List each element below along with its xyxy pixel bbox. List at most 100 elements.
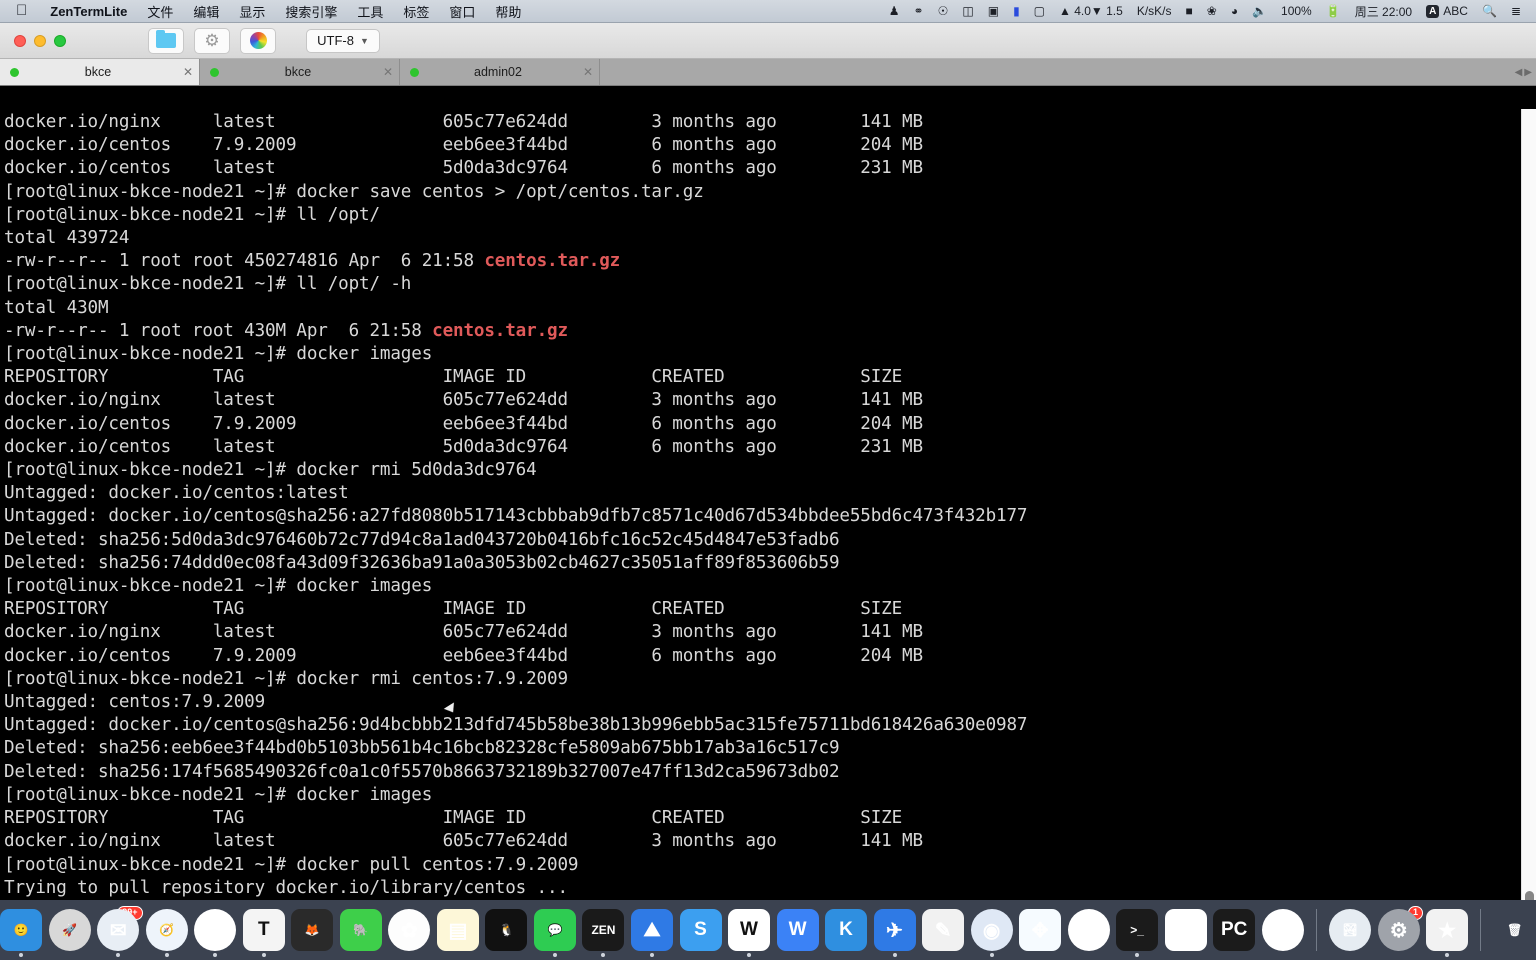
xmind-dock-item[interactable]: ✥ <box>1019 907 1062 957</box>
open-folder-button[interactable] <box>148 27 184 54</box>
menu-app-name[interactable]: ZenTermLite <box>40 4 137 19</box>
terminal-line: docker.io/nginx latest 605c77e624dd 3 mo… <box>4 390 923 411</box>
calendar-note-dock-item[interactable]: ✎ <box>922 907 965 957</box>
keka-dock-item[interactable]: K <box>825 907 868 957</box>
terminal-filename: centos.tar.gz <box>484 251 621 272</box>
menu-item-window[interactable]: 窗口 <box>439 2 485 21</box>
dock-running-indicator <box>844 953 848 957</box>
columns-icon[interactable]: ◫ <box>955 4 980 18</box>
tim-dock-item[interactable]: ✈ <box>873 907 916 957</box>
wechat-dock-item[interactable]: 💬 <box>533 907 577 957</box>
terminal-line: docker.io/nginx latest 605c77e624dd 3 mo… <box>4 831 923 852</box>
wifi-icon[interactable]: ◕ <box>1224 4 1245 18</box>
terminal-line: [root@linux-bkce-node21 ~]# docker image… <box>4 784 433 805</box>
terminal-output-area[interactable]: docker.io/nginx latest 605c77e624dd 3 mo… <box>0 109 1536 923</box>
menu-item-help[interactable]: 帮助 <box>485 2 531 21</box>
input-method-indicator[interactable]: A ABC <box>1419 4 1475 18</box>
chevron-right-icon[interactable]: ▶ <box>1524 67 1532 78</box>
menu-item-tabs[interactable]: 标签 <box>393 2 439 21</box>
mountain-app-dock-item[interactable]: ⛰ <box>630 907 674 957</box>
battery-percent[interactable]: 100% <box>1274 4 1319 18</box>
tab-label: bkce <box>84 65 112 79</box>
minimize-button[interactable] <box>34 34 46 47</box>
tab-close-icon[interactable]: ✕ <box>177 65 199 79</box>
safari-dock-item[interactable]: 🧭 <box>145 907 189 957</box>
terminal-line: Deleted: sha256:174f5685490326fc0a1c0f55… <box>4 761 840 782</box>
chrome-dock-item[interactable]: ◎ <box>194 907 237 957</box>
folder-icon <box>156 30 176 48</box>
terminal-scrollbar[interactable] <box>1521 109 1536 923</box>
tab-admin02[interactable]: admin02 ✕ <box>400 59 600 85</box>
iterm-dock-item[interactable]: >_ <box>1116 907 1159 957</box>
wechat-icon[interactable]: ⚭ <box>907 4 931 18</box>
vscode-dock-item[interactable]: ✂ <box>1164 907 1207 957</box>
menu-item-tools[interactable]: 工具 <box>347 2 393 21</box>
terminal-filename: centos.tar.gz <box>432 320 568 341</box>
encoding-selector[interactable]: UTF-8 ▼ <box>306 28 380 53</box>
menubar-clock[interactable]: 周三 22:00 <box>1348 3 1419 20</box>
menu-item-search-engine[interactable]: 搜索引擎 <box>275 2 347 21</box>
finder-dock-item[interactable]: 🙂 <box>0 907 43 957</box>
dock-running-indicator <box>1087 953 1091 957</box>
zoom-button[interactable] <box>54 34 66 47</box>
iqiyi-dock-item[interactable]: ▶ <box>1067 907 1110 957</box>
tab-bkce-2[interactable]: bkce ✕ <box>200 59 400 85</box>
tab-scroll-controls[interactable]: ◀ ▶ <box>1515 59 1532 86</box>
system-preferences-dock-item[interactable]: 1 ⚙ <box>1377 906 1423 957</box>
pycharm-dock-item[interactable]: PC <box>1213 907 1256 957</box>
dock-separator <box>1480 909 1482 951</box>
menu-item-file[interactable]: 文件 <box>137 2 183 21</box>
tab-close-icon[interactable]: ✕ <box>577 65 599 79</box>
menu-item-edit[interactable]: 编辑 <box>183 2 229 21</box>
notes-dock-item[interactable]: ▤ <box>436 907 480 957</box>
screen-record-icon[interactable]: ▣ <box>981 4 1006 18</box>
dock-running-indicator <box>941 953 945 957</box>
wiz-dock-item[interactable]: W <box>776 907 819 957</box>
settings-button[interactable]: ⚙ <box>194 27 230 54</box>
search-icon[interactable]: 🔍 <box>1475 4 1504 18</box>
bell-icon[interactable]: ♟ <box>882 4 907 18</box>
app-icon[interactable]: ☉ <box>931 4 956 18</box>
qq-dock-item[interactable]: 🐧 <box>485 907 528 957</box>
tab-label: bkce <box>284 65 312 79</box>
dock-running-indicator <box>359 953 363 957</box>
shanchuan-dock-item[interactable]: S <box>679 907 722 957</box>
trash-dock-item[interactable]: 🗑 <box>1493 907 1536 957</box>
preview-dock-item[interactable]: 🏞 <box>1329 907 1372 957</box>
baidu-netdisk-dock-item[interactable]: ◉ <box>970 907 1013 957</box>
chevron-left-icon[interactable]: ◀ <box>1515 67 1523 78</box>
theme-color-button[interactable] <box>240 27 276 54</box>
tab-status-dot <box>210 67 219 77</box>
typora-icon: T <box>242 909 285 951</box>
typora-dock-item[interactable]: T <box>242 907 286 957</box>
qq-browser-dock-item[interactable]: ◐ <box>1261 907 1304 957</box>
volume-icon[interactable]: 🔈 <box>1245 4 1274 18</box>
dock-running-indicator <box>1513 953 1517 957</box>
dock-running-indicator <box>1232 953 1236 957</box>
tab-close-icon[interactable]: ✕ <box>377 65 399 79</box>
close-button[interactable] <box>14 34 26 47</box>
menu-item-view[interactable]: 显示 <box>229 2 275 21</box>
bluetooth-icon[interactable]: ❀ <box>1200 4 1224 18</box>
terminal-line: docker.io/centos 7.9.2009 eeb6ee3f44bd 6… <box>4 645 923 666</box>
control-center-icon[interactable]: ≣ <box>1504 4 1528 18</box>
menubar-status-area: ♟ ⚭ ☉ ◫ ▣ ▮ ▢ ▲ 4.0 ▼ 1.5 K/s K/s ■ ❀ ◕ … <box>882 3 1536 20</box>
photos-dock-item[interactable]: ✿ <box>388 907 431 957</box>
zentermlite-window: ⚙ UTF-8 ▼ bkce ✕ bkce ✕ admin02 ✕ ◀ ▶ do… <box>0 23 1536 923</box>
battery-bar-icon[interactable]: ▮ <box>1006 4 1027 18</box>
terminal-line: REPOSITORY TAG IMAGE ID CREATED SIZE <box>4 808 903 829</box>
firefox-dock-item[interactable]: 🦊 <box>291 907 334 957</box>
tab-bkce-1[interactable]: bkce ✕ <box>0 59 200 85</box>
phone-icon[interactable]: ▢ <box>1027 4 1052 18</box>
wps-dock-item[interactable]: W <box>728 907 771 957</box>
foxmail-dock-item[interactable]: 99+✉ <box>97 906 143 957</box>
battery-charging-icon[interactable]: 🔋 <box>1319 4 1348 18</box>
evernote-icon: 🐘 <box>339 909 382 951</box>
launchpad-dock-item[interactable]: 🚀 <box>48 907 92 957</box>
zentermlite-dock-item[interactable]: ZEN <box>582 907 625 957</box>
network-speed-icon[interactable]: ▲ 4.0 ▼ 1.5 <box>1052 5 1130 17</box>
imovie-dock-item[interactable]: ★ <box>1426 907 1469 957</box>
display-icon[interactable]: ■ <box>1179 4 1200 18</box>
evernote-dock-item[interactable]: 🐘 <box>339 907 383 957</box>
apple-logo-icon[interactable]:  <box>0 3 40 18</box>
